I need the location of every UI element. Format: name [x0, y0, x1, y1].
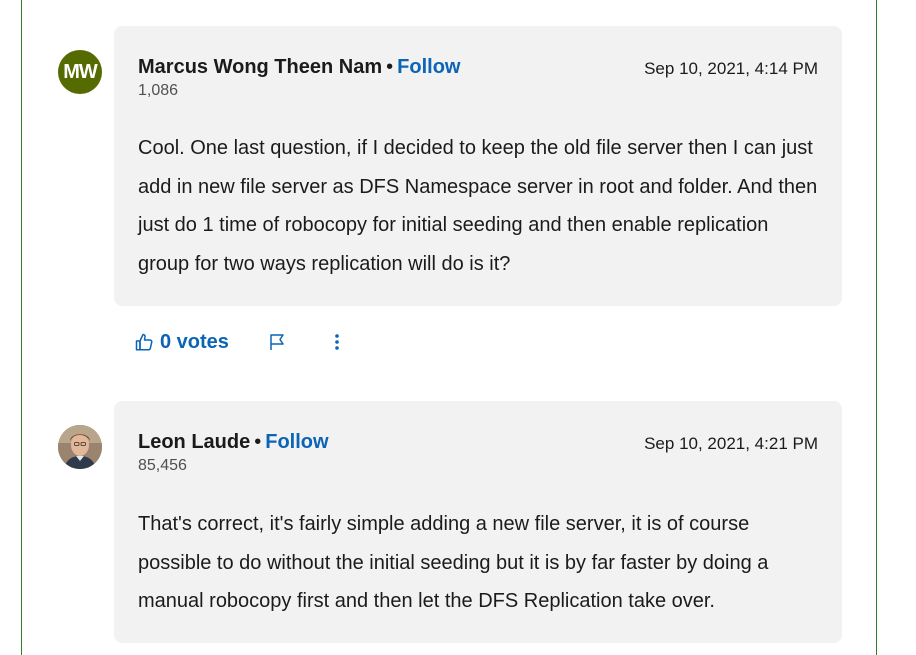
answer-actions: 0 votes: [134, 326, 341, 358]
follow-link[interactable]: Follow: [397, 56, 460, 78]
author-name[interactable]: Leon Laude: [138, 431, 250, 453]
avatar[interactable]: [58, 425, 102, 469]
report-button[interactable]: [267, 332, 287, 352]
avatar[interactable]: MW: [58, 50, 102, 94]
answer-body: Cool. One last question, if I decided to…: [138, 137, 818, 275]
separator-dot: •: [254, 431, 262, 453]
answer-card: Leon Laude • Follow 85,456 Sep 10, 2021, 4…: [114, 401, 842, 643]
more-options-button[interactable]: [333, 332, 341, 352]
votes-label: 0 votes: [160, 330, 229, 353]
answer-body: That's correct, it's fairly simple addin…: [138, 513, 769, 612]
flag-icon: [270, 334, 284, 350]
author-name[interactable]: Marcus Wong Theen Nam: [138, 56, 382, 78]
answer-card: Marcus Wong Theen Nam • Follow 1,086 Sep 1…: [114, 26, 842, 306]
separator-dot: •: [386, 56, 394, 78]
author-points: 1,086: [138, 82, 179, 99]
author-line: Marcus Wong Theen Nam • Follow: [138, 56, 460, 79]
vote-button[interactable]: 0 votes: [134, 331, 229, 354]
timestamp: Sep 10, 2021, 4:14 PM: [644, 59, 818, 78]
profile-photo-icon: [58, 425, 102, 469]
author-line: Leon Laude • Follow: [138, 431, 329, 454]
author-points: 85,456: [138, 457, 187, 474]
thumbs-up-icon: [135, 333, 153, 351]
timestamp: Sep 10, 2021, 4:21 PM: [644, 434, 818, 453]
follow-link[interactable]: Follow: [265, 431, 328, 453]
more-vertical-icon: [335, 334, 339, 350]
